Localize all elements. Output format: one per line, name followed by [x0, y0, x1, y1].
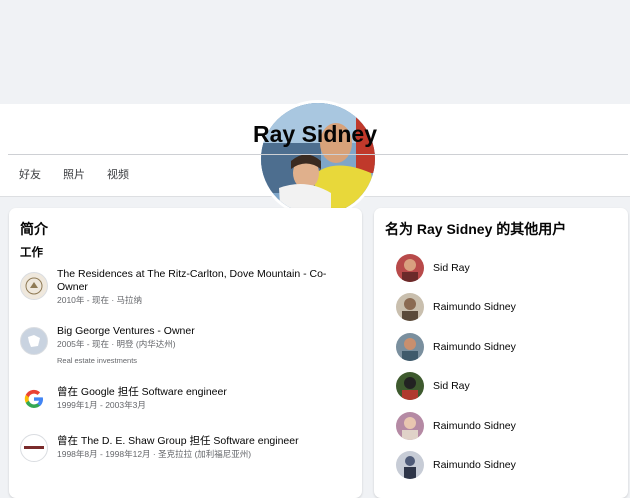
person-avatar[interactable]	[396, 372, 424, 400]
intro-title: 简介	[20, 221, 48, 237]
work-title[interactable]: Big George Ventures - Owner	[57, 325, 357, 338]
person-row[interactable]: Raimundo Sidney	[396, 332, 516, 362]
header-divider	[8, 154, 628, 155]
same-name-title: 名为 Ray Sidney 的其他用户	[385, 221, 567, 237]
intro-card: 简介 工作 The Residences at The Ritz-Carlton…	[9, 208, 362, 498]
tab-videos[interactable]: 视频	[96, 164, 140, 188]
ritz-carlton-logo-icon[interactable]	[20, 272, 48, 300]
same-name-card: 名为 Ray Sidney 的其他用户 Sid Ray Raimundo Sid…	[374, 208, 628, 498]
person-name[interactable]: Sid Ray	[433, 380, 470, 392]
profile-name: Ray Sidney	[253, 121, 377, 147]
person-name[interactable]: Sid Ray	[433, 262, 470, 274]
map-outline-icon[interactable]	[20, 327, 48, 355]
person-avatar[interactable]	[396, 254, 424, 282]
person-name[interactable]: Raimundo Sidney	[433, 420, 516, 432]
work-detail: 2005年 - 现在 · 明登 (内华达州)	[57, 339, 176, 349]
person-row[interactable]: Sid Ray	[396, 253, 470, 283]
tab-photos[interactable]: 照片	[52, 164, 96, 188]
work-detail: 2010年 - 现在 · 马拉纳	[57, 295, 143, 305]
work-title[interactable]: The Residences at The Ritz-Carlton, Dove…	[57, 268, 357, 294]
person-name[interactable]: Raimundo Sidney	[433, 301, 516, 313]
work-heading: 工作	[20, 247, 43, 259]
person-avatar[interactable]	[396, 333, 424, 361]
de-shaw-logo-icon[interactable]	[20, 434, 48, 462]
person-name[interactable]: Raimundo Sidney	[433, 341, 516, 353]
work-title[interactable]: 曾在 The D. E. Shaw Group 担任 Software engi…	[57, 435, 357, 448]
person-avatar[interactable]	[396, 293, 424, 321]
work-title[interactable]: 曾在 Google 担任 Software engineer	[57, 386, 357, 399]
profile-avatar[interactable]	[258, 100, 378, 218]
work-detail: 1999年1月 - 2003年3月	[57, 400, 146, 410]
person-avatar[interactable]	[396, 451, 424, 479]
cover-area	[0, 0, 630, 104]
google-logo-icon[interactable]	[20, 385, 48, 413]
person-avatar[interactable]	[396, 412, 424, 440]
person-row[interactable]: Raimundo Sidney	[396, 292, 516, 322]
work-detail: 1998年8月 - 1998年12月 · 圣克拉拉 (加利福尼亚州)	[57, 449, 252, 459]
person-name[interactable]: Raimundo Sidney	[433, 459, 516, 471]
person-row[interactable]: Raimundo Sidney	[396, 450, 516, 480]
tab-friends[interactable]: 好友	[8, 164, 52, 188]
work-description: Real estate investments	[57, 356, 138, 365]
person-row[interactable]: Raimundo Sidney	[396, 411, 516, 441]
profile-tabs: 好友 照片 视频	[8, 164, 140, 188]
person-row[interactable]: Sid Ray	[396, 371, 470, 401]
